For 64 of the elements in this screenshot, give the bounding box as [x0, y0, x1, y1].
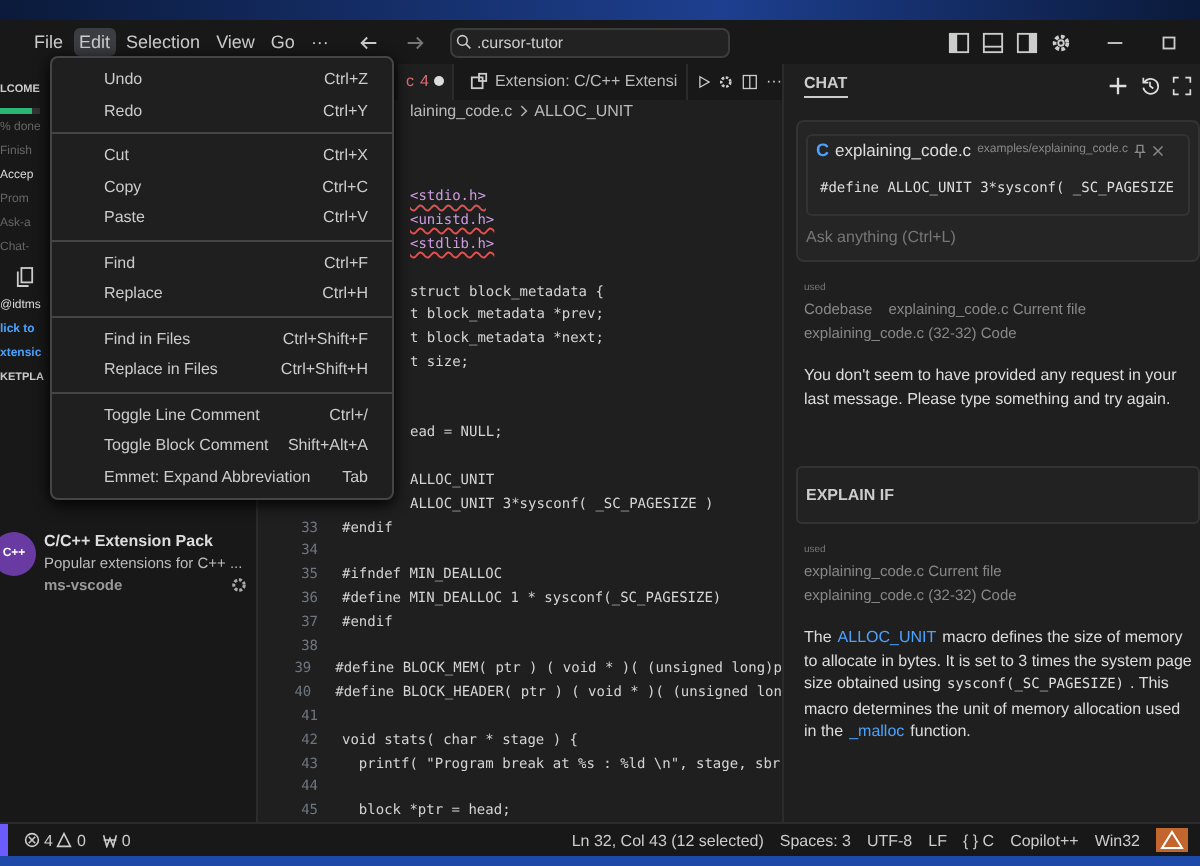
warning-count[interactable]: 0: [76, 831, 86, 849]
close-icon[interactable]: [1151, 143, 1164, 157]
assistant-message: You don't seem to have provided any request in your last message. Please type something and try again.: [804, 364, 1179, 410]
menu-item[interactable]: Toggle Block Comment Shift+Alt+A: [52, 430, 392, 461]
status-item[interactable]: Ln 32, Col 43 (12 selected): [571, 831, 764, 849]
error-icon[interactable]: [24, 832, 40, 848]
ports-icon[interactable]: [101, 832, 118, 848]
status-item[interactable]: Spaces: 3: [779, 831, 851, 849]
more-actions[interactable]: ···: [766, 71, 782, 92]
menu-bar-item[interactable]: Edit: [73, 28, 117, 56]
settings-icon[interactable]: [1050, 31, 1072, 53]
menu-bar-item[interactable]: View: [210, 28, 261, 56]
panel-layout-icon[interactable]: [982, 31, 1004, 53]
menu-item[interactable]: Replace Ctrl+H: [52, 278, 392, 309]
menu-bar-item[interactable]: File: [28, 28, 70, 56]
history-icon[interactable]: [1140, 76, 1160, 96]
warning-icon[interactable]: [56, 832, 73, 848]
language-label: C: [816, 140, 829, 160]
chat-tab[interactable]: CHAT: [804, 74, 848, 98]
forward-arrow-icon[interactable]: [404, 31, 427, 53]
menu-item[interactable]: Replace in Files Ctrl+Shift+H: [52, 354, 392, 385]
search-icon: [456, 34, 473, 50]
menu-item[interactable]: Copy Ctrl+C: [52, 171, 392, 202]
menu-item[interactable]: Find Ctrl+F: [52, 247, 392, 278]
settings-icon[interactable]: [718, 71, 735, 92]
menu-item[interactable]: Paste Ctrl+V: [52, 202, 392, 233]
run-icon[interactable]: [695, 71, 711, 92]
status-item[interactable]: LF: [928, 831, 947, 849]
maximize-icon[interactable]: [1158, 31, 1180, 53]
sidebar-layout-icon[interactable]: [948, 31, 970, 53]
extension-icon: [470, 72, 489, 91]
extension-title: C/C++ Extension Pack: [44, 532, 213, 550]
secondary-sidebar-icon[interactable]: [1016, 31, 1038, 53]
chevron-icon: [518, 104, 529, 119]
editor-tab[interactable]: c 4: [398, 64, 455, 100]
menu-item[interactable]: Undo Ctrl+Z: [52, 64, 392, 95]
pin-icon[interactable]: [1133, 143, 1146, 157]
search-field[interactable]: .cursor-tutor: [450, 27, 731, 57]
menu-item[interactable]: Cut Ctrl+X: [52, 140, 392, 171]
chat-input[interactable]: Ask anything (Ctrl+L): [806, 222, 1171, 252]
ports-count[interactable]: 0: [121, 831, 131, 849]
status-item[interactable]: Win32: [1094, 831, 1140, 849]
status-item[interactable]: UTF-8: [866, 831, 913, 849]
editor-tab[interactable]: Extension: C/C++ Extensi: [462, 64, 688, 100]
menu-item[interactable]: Toggle Line Comment Ctrl+/: [52, 399, 392, 430]
settings-icon[interactable]: [230, 576, 248, 594]
menu-bar-item[interactable]: ···: [304, 28, 335, 56]
breadcrumb-item[interactable]: ALLOC_UNIT: [534, 102, 634, 121]
copy-icon[interactable]: [16, 266, 34, 288]
back-arrow-icon[interactable]: [358, 31, 381, 53]
plus-icon[interactable]: [1108, 76, 1128, 96]
menu-item[interactable]: Emmet: Expand Abbreviation Tab: [52, 461, 392, 492]
expand-icon[interactable]: [1172, 76, 1192, 96]
file-name: explaining_code.c: [835, 140, 972, 160]
breadcrumb-item[interactable]: laining_code.c: [410, 102, 513, 121]
status-item[interactable]: { } C: [962, 831, 995, 849]
menu-item[interactable]: Redo Ctrl+Y: [52, 95, 392, 126]
user-prompt: EXPLAIN IF: [796, 466, 1200, 524]
menu-bar-item[interactable]: Selection: [120, 28, 207, 56]
menu-bar-item[interactable]: Go: [264, 28, 301, 56]
menu-item[interactable]: Find in Files Ctrl+Shift+F: [52, 323, 392, 354]
error-count[interactable]: 4: [44, 831, 53, 849]
status-item[interactable]: Copilot++: [1010, 831, 1079, 849]
split-editor-icon[interactable]: [742, 71, 758, 92]
